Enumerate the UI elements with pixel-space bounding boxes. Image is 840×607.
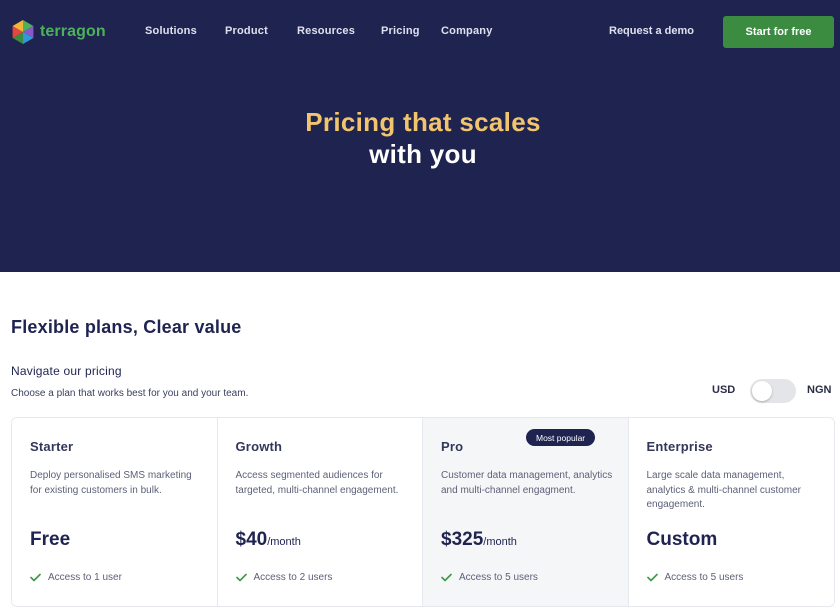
check-icon [441, 573, 452, 582]
plan-price: Custom [647, 529, 718, 551]
plan-feature: Access to 5 users [646, 572, 744, 583]
price-amount: Free [30, 529, 71, 550]
plan-feature-text: Access to 5 users [664, 572, 744, 583]
hero-section: terragon Solutions Product Resources Pri… [0, 0, 840, 272]
price-amount: $325 [441, 529, 484, 550]
logo-text: terragon [40, 23, 106, 40]
nav-resources[interactable]: Resources [297, 25, 355, 37]
toggle-knob [752, 381, 772, 401]
plan-name: Starter [30, 439, 74, 454]
request-demo-link[interactable]: Request a demo [609, 25, 694, 37]
plan-feature-text: Access to 1 user [48, 572, 122, 583]
plan-card-enterprise[interactable]: Enterprise Large scale data management, … [628, 418, 834, 606]
plan-feature-text: Access to 2 users [253, 572, 333, 583]
hero-title-line1: Pricing that scales [305, 107, 541, 137]
plan-price: $40/month [236, 529, 301, 551]
price-period: /month [267, 536, 301, 548]
currency-ngn-label: NGN [807, 384, 832, 396]
nav-pricing[interactable]: Pricing [381, 25, 420, 37]
section-title: Flexible plans, Clear value [11, 317, 242, 337]
plan-feature: Access to 5 users [441, 572, 538, 583]
nav-company[interactable]: Company [441, 25, 493, 37]
plan-price: Free [30, 529, 70, 551]
nav-product[interactable]: Product [225, 25, 268, 37]
plan-price: $325/month [441, 529, 517, 551]
top-navigation: terragon Solutions Product Resources Pri… [0, 0, 840, 64]
check-icon [235, 573, 247, 582]
brand-logo[interactable]: terragon [10, 19, 106, 45]
plan-description: Deploy personalised SMS marketing for ex… [30, 470, 192, 496]
plan-feature-text: Access to 5 users [459, 572, 538, 583]
plan-card-starter[interactable]: Starter Deploy personalised SMS marketin… [12, 418, 218, 606]
hero-title-line2: with you [369, 139, 477, 169]
currency-usd-label: USD [712, 384, 736, 396]
hero-title: Pricing that scales with you [0, 106, 840, 170]
plan-name: Pro [441, 439, 464, 454]
check-icon [646, 573, 658, 582]
most-popular-badge: Most popular [526, 429, 596, 446]
nav-solutions[interactable]: Solutions [145, 25, 197, 37]
price-period: /month [483, 536, 517, 548]
plan-description: Access segmented audiences for targeted,… [235, 470, 399, 496]
terragon-logo-icon [12, 20, 34, 44]
plan-description: Large scale data management, analytics &… [646, 470, 802, 510]
plan-feature: Access to 2 users [235, 572, 333, 583]
pricing-description: Choose a plan that works best for you an… [11, 388, 249, 399]
currency-toggle[interactable] [750, 379, 796, 403]
pricing-plans: Starter Deploy personalised SMS marketin… [11, 417, 835, 607]
pricing-subtitle: Navigate our pricing [11, 364, 122, 378]
plan-card-pro[interactable]: Most popular Pro Customer data managemen… [423, 418, 629, 606]
check-icon [30, 573, 41, 582]
plan-name: Enterprise [646, 439, 713, 454]
plan-card-growth[interactable]: Growth Access segmented audiences for ta… [217, 418, 423, 606]
plan-name: Growth [235, 439, 283, 454]
price-amount: $40 [235, 529, 268, 550]
plan-feature: Access to 1 user [30, 572, 122, 583]
plan-description: Customer data management, analytics and … [441, 470, 613, 496]
start-for-free-button[interactable]: Start for free [723, 16, 834, 48]
price-amount: Custom [646, 529, 718, 550]
